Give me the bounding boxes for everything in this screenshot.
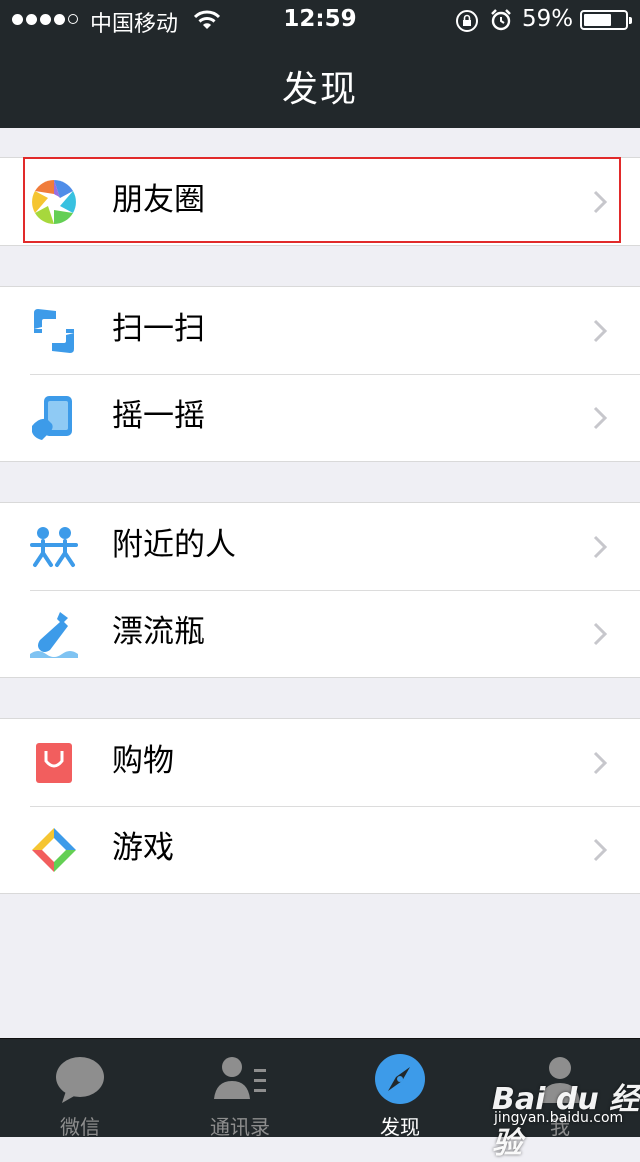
menu-item-label: 漂流瓶 [112, 614, 205, 650]
baidu-jingyan-watermark: Bai du 经验 jingyan.baidu.com [490, 1052, 640, 1161]
menu-item-label: 摇一摇 [112, 398, 205, 434]
menu-item-label: 购物 [112, 743, 174, 779]
chat-bubble-icon [56, 1057, 104, 1103]
menu-item-shopping[interactable]: 购物 [0, 719, 640, 806]
chevron-right-icon [593, 319, 608, 343]
status-bar: 中国移动 12:59 59% [0, 0, 640, 40]
scan-shake-group: 扫一扫 摇一摇 [0, 286, 640, 462]
compass-icon [375, 1054, 425, 1104]
highlight-box [23, 157, 621, 243]
battery-percent: 59% [522, 6, 574, 32]
page-title: 发现 [281, 69, 358, 110]
menu-item-games[interactable]: 游戏 [0, 806, 640, 893]
shake-icon [32, 396, 72, 440]
menu-item-scan[interactable]: 扫一扫 [0, 287, 640, 374]
top-bar: 中国移动 12:59 59% 发现 [0, 0, 640, 128]
battery-icon [580, 10, 632, 30]
menu-item-label: 扫一扫 [112, 311, 205, 347]
tab-chats[interactable]: 微信 [0, 1039, 160, 1139]
shopping-games-group: 购物 游戏 [0, 718, 640, 894]
menu-item-label: 附近的人 [112, 527, 236, 563]
tab-contacts[interactable]: 通讯录 [160, 1039, 320, 1139]
menu-item-people-nearby[interactable]: 附近的人 [0, 503, 640, 590]
tab-discover[interactable]: 发现 [320, 1039, 480, 1139]
contacts-icon [214, 1057, 266, 1099]
rotation-lock-icon [456, 10, 478, 32]
chevron-right-icon [593, 838, 608, 862]
nearby-bottle-group: 附近的人 漂流瓶 [0, 502, 640, 678]
chevron-right-icon [593, 406, 608, 430]
chevron-right-icon [593, 751, 608, 775]
watermark-url: jingyan.baidu.com [494, 1110, 624, 1126]
drift-bottle-icon [30, 612, 78, 658]
menu-item-drift-bottle[interactable]: 漂流瓶 [0, 590, 640, 677]
people-nearby-icon [30, 527, 78, 567]
chevron-right-icon [593, 535, 608, 559]
alarm-icon [491, 9, 511, 31]
menu-item-label: 游戏 [112, 830, 174, 866]
scan-icon [34, 309, 74, 353]
shopping-bag-icon [36, 743, 72, 783]
games-icon [32, 828, 76, 872]
menu-item-shake[interactable]: 摇一摇 [0, 374, 640, 461]
chevron-right-icon [593, 622, 608, 646]
